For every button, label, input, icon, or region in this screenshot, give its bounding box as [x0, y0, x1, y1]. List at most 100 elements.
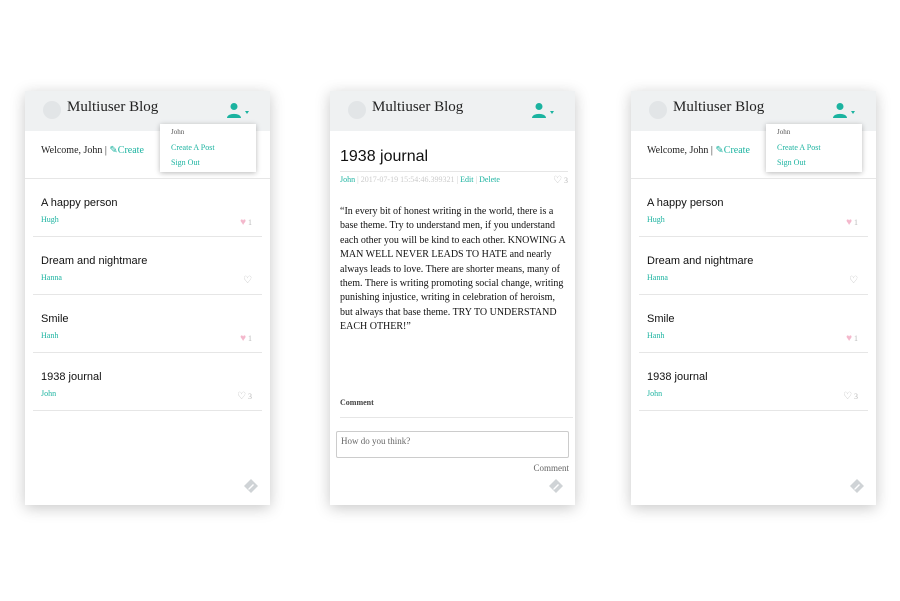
user-dropdown-menu: John Create A Post Sign Out [766, 124, 862, 172]
welcome-text: Welcome, John | [647, 145, 713, 156]
dropdown-username: John [777, 128, 791, 136]
chevron-down-icon [550, 111, 554, 114]
sign-out-menu-item[interactable]: Sign Out [777, 158, 806, 167]
post-title[interactable]: Dream and nightmare [41, 255, 147, 267]
post-list: A happy person Hugh ♥ 1 Dream and nightm… [639, 179, 868, 411]
post-list-item[interactable]: 1938 journal John ♡ 3 [639, 353, 868, 411]
new-post-fab[interactable] [244, 479, 258, 493]
post-author[interactable]: Hanna [41, 273, 62, 282]
post-list-item[interactable]: A happy person Hugh ♥ 1 [639, 179, 868, 237]
post-author[interactable]: John [647, 389, 662, 398]
welcome-text: Welcome, John | [41, 145, 107, 156]
edit-tag-icon [850, 479, 864, 493]
post-title[interactable]: Smile [647, 313, 675, 325]
like-count: 1 [854, 218, 858, 227]
heart-icon: ♥ [846, 217, 852, 228]
like-button[interactable]: ♡ [849, 275, 858, 286]
like-count: 1 [248, 334, 252, 343]
meta-separator: | [456, 175, 459, 184]
post-author[interactable]: Hugh [647, 215, 665, 224]
like-button[interactable]: ♡ 3 [843, 391, 858, 402]
post-list-item[interactable]: Dream and nightmare Hanna ♡ [639, 237, 868, 295]
post-author[interactable]: Hanna [647, 273, 668, 282]
post-author[interactable]: John [41, 389, 56, 398]
user-icon [227, 103, 241, 118]
logo-icon[interactable] [649, 101, 667, 119]
post-list-item[interactable]: Dream and nightmare Hanna ♡ [33, 237, 262, 295]
post-title[interactable]: 1938 journal [41, 371, 102, 383]
edit-tag-icon [244, 479, 258, 493]
heart-icon: ♥ [846, 333, 852, 344]
post-author[interactable]: Hanh [647, 331, 664, 340]
post-author[interactable]: Hanh [41, 331, 58, 340]
delete-link[interactable]: Delete [479, 175, 500, 184]
logo-icon[interactable] [43, 101, 61, 119]
user-menu-button[interactable] [226, 102, 252, 120]
article-author[interactable]: John [340, 175, 355, 184]
phone-screen-article: Multiuser Blog 1938 journal John | 2017-… [330, 91, 575, 505]
divider [340, 417, 573, 418]
meta-separator: | [357, 175, 359, 184]
create-post-menu-item[interactable]: Create A Post [777, 143, 821, 152]
edit-link[interactable]: Edit [460, 175, 473, 184]
user-icon [833, 103, 847, 118]
chevron-down-icon [245, 111, 249, 114]
post-list-item[interactable]: 1938 journal John ♡ 3 [33, 353, 262, 411]
heart-outline-icon: ♡ [843, 391, 852, 402]
article-title: 1938 journal [340, 148, 429, 165]
heart-outline-icon: ♡ [553, 175, 562, 186]
user-icon [532, 103, 546, 118]
logo-icon[interactable] [348, 101, 366, 119]
brand-title[interactable]: Multiuser Blog [673, 99, 764, 116]
new-post-fab[interactable] [850, 479, 864, 493]
comment-submit-button[interactable]: Comment [534, 463, 570, 473]
user-dropdown-menu: John Create A Post Sign Out [160, 124, 256, 172]
heart-outline-icon: ♡ [849, 275, 858, 286]
heart-outline-icon: ♡ [243, 275, 252, 286]
like-button[interactable]: ♥ 1 [240, 333, 252, 344]
brand-title[interactable]: Multiuser Blog [67, 99, 158, 116]
like-count: 3 [854, 392, 858, 401]
app-header: Multiuser Blog [330, 91, 575, 131]
chevron-down-icon [851, 111, 855, 114]
new-post-fab[interactable] [549, 479, 563, 493]
article-body: “In every bit of honest writing in the w… [340, 206, 566, 333]
post-title[interactable]: A happy person [647, 197, 723, 209]
create-link[interactable]: Create [724, 145, 750, 156]
like-count: 3 [564, 176, 568, 185]
like-count: 3 [248, 392, 252, 401]
comment-input[interactable] [336, 431, 569, 458]
brand-title[interactable]: Multiuser Blog [372, 99, 463, 116]
post-title[interactable]: Dream and nightmare [647, 255, 753, 267]
post-author[interactable]: Hugh [41, 215, 59, 224]
edit-tag-icon [549, 479, 563, 493]
dropdown-username: John [171, 128, 185, 136]
phone-screen-list-menu-open: Multiuser Blog Welcome, John | ✎Create J… [25, 91, 270, 505]
post-list-item[interactable]: Smile Hanh ♥ 1 [33, 295, 262, 353]
heart-outline-icon: ♡ [237, 391, 246, 402]
post-title[interactable]: A happy person [41, 197, 117, 209]
like-count: 1 [854, 334, 858, 343]
user-menu-button[interactable] [531, 102, 557, 120]
create-link[interactable]: Create [118, 145, 144, 156]
create-post-menu-item[interactable]: Create A Post [171, 143, 215, 152]
article-date: 2017-07-19 15:54:46.399321 [360, 175, 455, 184]
like-button[interactable]: ♥ 1 [240, 217, 252, 228]
user-menu-button[interactable] [832, 102, 858, 120]
meta-separator: | [475, 175, 478, 184]
like-button[interactable]: ♥ 1 [846, 333, 858, 344]
like-button[interactable]: ♡ 3 [237, 391, 252, 402]
pencil-icon: ✎ [715, 145, 724, 156]
phone-screen-list-menu-open: Multiuser Blog Welcome, John | ✎Create J… [631, 91, 876, 505]
post-list-item[interactable]: A happy person Hugh ♥ 1 [33, 179, 262, 237]
like-button[interactable]: ♡ 3 [553, 175, 568, 186]
sign-out-menu-item[interactable]: Sign Out [171, 158, 200, 167]
post-list-item[interactable]: Smile Hanh ♥ 1 [639, 295, 868, 353]
like-button[interactable]: ♥ 1 [846, 217, 858, 228]
pencil-icon: ✎ [109, 145, 118, 156]
post-title[interactable]: 1938 journal [647, 371, 708, 383]
heart-icon: ♥ [240, 217, 246, 228]
like-button[interactable]: ♡ [243, 275, 252, 286]
heart-icon: ♥ [240, 333, 246, 344]
post-title[interactable]: Smile [41, 313, 69, 325]
